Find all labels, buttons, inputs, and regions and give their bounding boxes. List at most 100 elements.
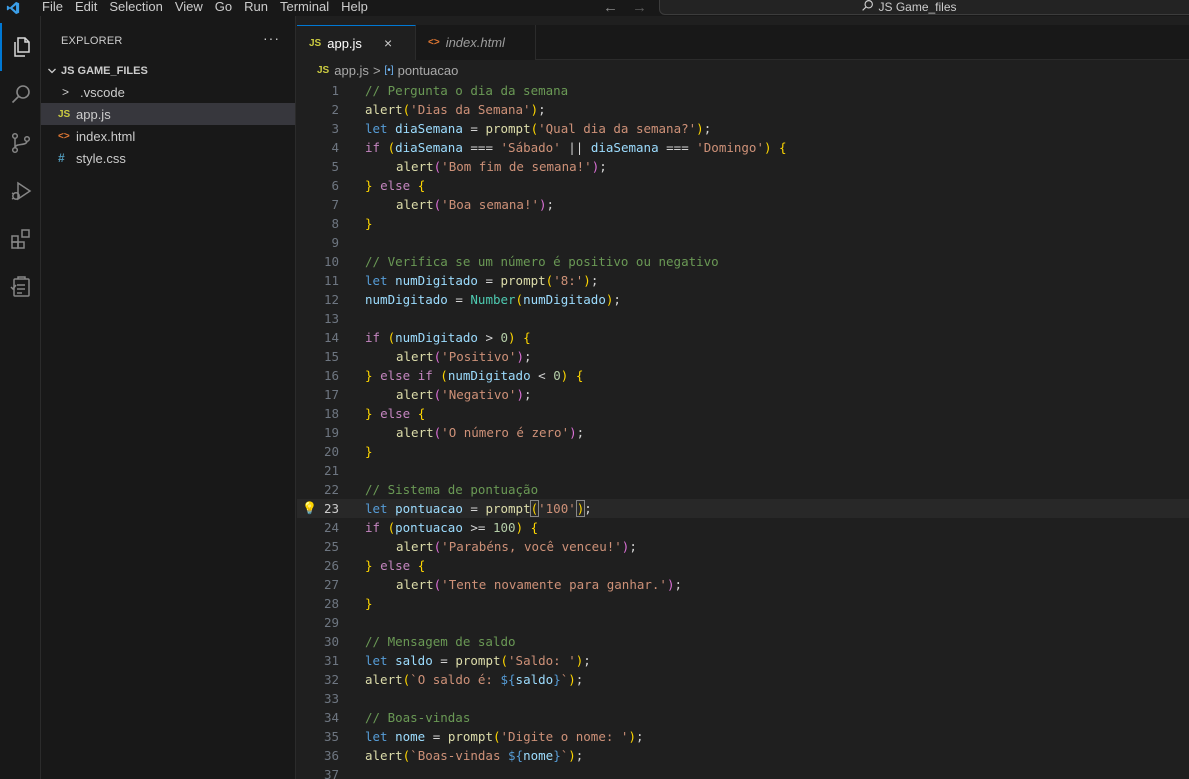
code-line[interactable]: 5 alert('Bom fim de semana!'); <box>297 157 1189 176</box>
line-number: 12 <box>323 292 339 307</box>
code-line[interactable]: 19 alert('O número é zero'); <box>297 423 1189 442</box>
menu-terminal[interactable]: Terminal <box>274 0 335 14</box>
tree-item-label: index.html <box>76 128 136 144</box>
code-editor[interactable]: 1 // Pergunta o dia da semana 2 alert('Dias… <box>297 81 1189 779</box>
line-number: 35 <box>323 729 339 744</box>
workspace-folder[interactable]: JS GAME_FILES <box>41 61 295 81</box>
code-text: alert('O número é zero'); <box>396 425 585 440</box>
code-line[interactable]: 7 alert('Boa semana!'); <box>297 195 1189 214</box>
line-number: 26 <box>323 558 339 573</box>
code-text: } <box>365 596 373 611</box>
code-line[interactable]: 6} else { <box>297 176 1189 195</box>
menu-edit[interactable]: Edit <box>69 0 103 14</box>
testing-icon[interactable] <box>0 263 41 311</box>
code-text: let pontuacao = prompt('100'); <box>365 500 592 517</box>
editor-tabs: JS app.js × <> index.html <box>297 25 1189 60</box>
code-line[interactable]: 35 let nome = prompt('Digite o nome: '); <box>297 727 1189 746</box>
line-number: 34 <box>323 710 339 725</box>
code-text: alert('Dias da Semana'); <box>365 102 546 117</box>
html-file-icon: <> <box>428 37 440 48</box>
code-line[interactable]: 💡 23 let pontuacao = prompt('100'); <box>297 499 1189 518</box>
code-line[interactable]: 3 let diaSemana = prompt('Qual dia da sem… <box>297 119 1189 138</box>
menu-file[interactable]: File <box>36 0 69 14</box>
code-line[interactable]: 2 alert('Dias da Semana'); <box>297 100 1189 119</box>
code-line[interactable]: 30 // Mensagem de saldo <box>297 632 1189 651</box>
code-line[interactable]: 4 if (diaSemana === 'Sábado' || diaSemana… <box>297 138 1189 157</box>
breadcrumb-symbol[interactable]: pontuacao <box>398 63 459 78</box>
line-number: 22 <box>323 482 339 497</box>
line-number: 23 <box>323 501 339 516</box>
code-line[interactable]: 25 alert('Parabéns, você venceu!'); <box>297 537 1189 556</box>
forward-arrow-icon[interactable]: → <box>632 0 647 16</box>
line-number: 24 <box>323 520 339 535</box>
line-number: 28 <box>323 596 339 611</box>
command-center-search[interactable]: JS Game_files <box>659 0 1189 15</box>
tree-item-index-html[interactable]: <> index.html <box>41 125 295 147</box>
tab-app-js[interactable]: JS app.js × <box>297 25 416 60</box>
tree-item-label: .vscode <box>80 84 125 100</box>
menu-go[interactable]: Go <box>209 0 238 14</box>
tab-index-html[interactable]: <> index.html <box>416 25 536 60</box>
code-line[interactable]: 18} else { <box>297 404 1189 423</box>
line-number: 13 <box>323 311 339 326</box>
menu-selection[interactable]: Selection <box>103 0 168 14</box>
code-line[interactable]: 16} else if (numDigitado < 0) { <box>297 366 1189 385</box>
code-line[interactable]: 37 <box>297 765 1189 779</box>
run-debug-icon[interactable] <box>0 167 41 215</box>
code-line[interactable]: 12 numDigitado = Number(numDigitado); <box>297 290 1189 309</box>
code-line[interactable]: 24 if (pontuacao >= 100) { <box>297 518 1189 537</box>
search-sidebar-icon[interactable] <box>0 71 41 119</box>
breadcrumb-file[interactable]: app.js <box>334 63 369 78</box>
code-line[interactable]: 22 // Sistema de pontuação <box>297 480 1189 499</box>
code-line[interactable]: 8} <box>297 214 1189 233</box>
tab-label: app.js <box>327 35 362 51</box>
explorer-icon[interactable] <box>0 23 41 71</box>
tab-label: index.html <box>445 35 505 50</box>
line-number: 18 <box>323 406 339 421</box>
activity-bar <box>0 16 41 779</box>
line-number: 4 <box>331 140 339 155</box>
menu-run[interactable]: Run <box>238 0 274 14</box>
code-line[interactable]: 29 <box>297 613 1189 632</box>
tree-item-vscode[interactable]: > .vscode <box>41 81 295 103</box>
line-number: 27 <box>323 577 339 592</box>
code-line[interactable]: 31 let saldo = prompt('Saldo: '); <box>297 651 1189 670</box>
more-actions-icon[interactable]: ··· <box>263 30 280 46</box>
close-icon[interactable]: × <box>384 35 392 51</box>
code-line[interactable]: 1 // Pergunta o dia da semana <box>297 81 1189 100</box>
code-line[interactable]: 13 <box>297 309 1189 328</box>
code-line[interactable]: 15 alert('Positivo'); <box>297 347 1189 366</box>
tree-item-style-css[interactable]: # style.css <box>41 147 295 169</box>
js-file-icon: JS <box>309 37 322 49</box>
js-file-icon: JS <box>317 64 330 76</box>
line-number: 32 <box>323 672 339 687</box>
extensions-icon[interactable] <box>0 215 41 263</box>
code-line[interactable]: 11 let numDigitado = prompt('8:'); <box>297 271 1189 290</box>
code-line[interactable]: 32 alert(`O saldo é: ${saldo}`); <box>297 670 1189 689</box>
code-line[interactable]: 21 <box>297 461 1189 480</box>
breadcrumb: JS app.js > [•] pontuacao <box>317 60 458 80</box>
code-text: // Mensagem de saldo <box>365 634 516 649</box>
line-number: 6 <box>331 178 339 193</box>
code-line[interactable]: 28} <box>297 594 1189 613</box>
code-line[interactable]: 33 <box>297 689 1189 708</box>
line-number: 9 <box>331 235 339 250</box>
code-text: let diaSemana = prompt('Qual dia da sema… <box>365 121 712 136</box>
code-line[interactable]: 10 // Verifica se um número é positivo ou… <box>297 252 1189 271</box>
back-arrow-icon[interactable]: ← <box>603 0 618 16</box>
code-text: alert('Tente novamente para ganhar.'); <box>396 577 683 592</box>
code-text: let saldo = prompt('Saldo: '); <box>365 653 591 668</box>
code-line[interactable]: 27 alert('Tente novamente para ganhar.'); <box>297 575 1189 594</box>
menu-view[interactable]: View <box>169 0 209 14</box>
code-line[interactable]: 17 alert('Negativo'); <box>297 385 1189 404</box>
code-line[interactable]: 36 alert(`Boas-vindas ${nome}`); <box>297 746 1189 765</box>
code-line[interactable]: 34 // Boas-vindas <box>297 708 1189 727</box>
code-line[interactable]: 20} <box>297 442 1189 461</box>
source-control-icon[interactable] <box>0 119 41 167</box>
code-line[interactable]: 9 <box>297 233 1189 252</box>
line-number: 36 <box>323 748 339 763</box>
code-line[interactable]: 14 if (numDigitado > 0) { <box>297 328 1189 347</box>
tree-item-app-js[interactable]: JS app.js <box>41 103 295 125</box>
code-line[interactable]: 26} else { <box>297 556 1189 575</box>
menu-help[interactable]: Help <box>335 0 374 14</box>
